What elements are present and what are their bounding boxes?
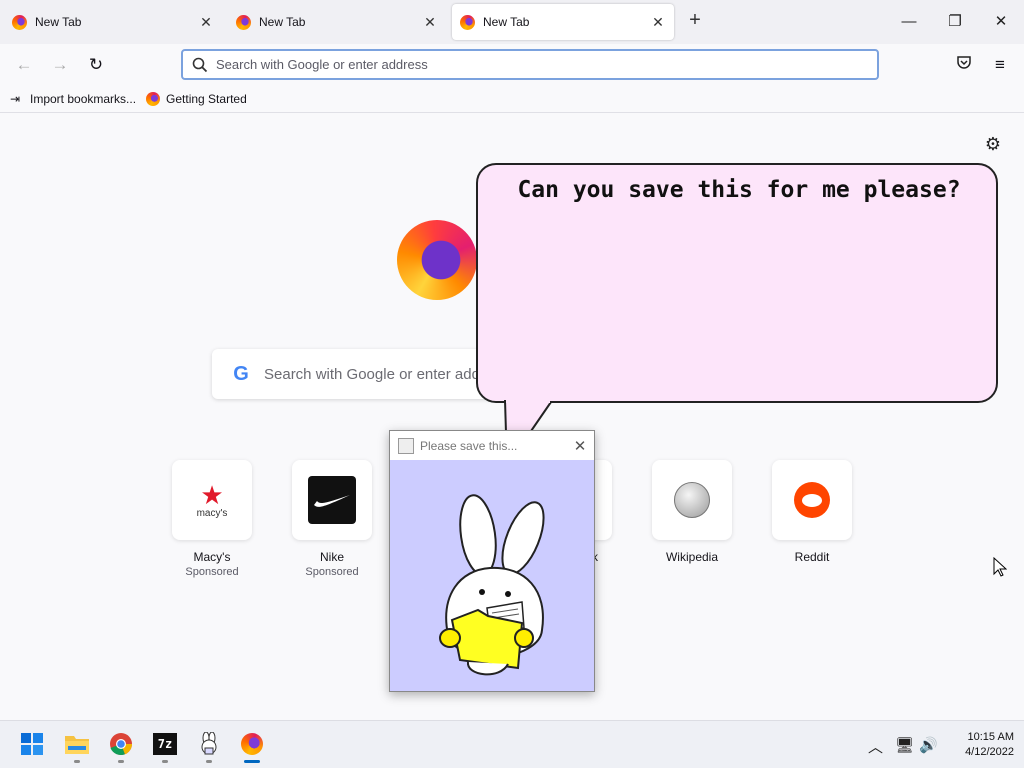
site-name: Macy's [193, 550, 231, 564]
tab-label: New Tab [259, 15, 306, 29]
7zip-logo-text: 7z [153, 733, 177, 755]
7zip-icon[interactable]: 7z [152, 731, 178, 757]
top-site-reddit[interactable]: Reddit [772, 460, 852, 564]
network-icon[interactable]: 🖥 [895, 736, 914, 754]
top-site-wikipedia[interactable]: Wikipedia [652, 460, 732, 564]
site-tile[interactable] [652, 460, 732, 540]
bookmark-import[interactable]: ⇥ Import bookmarks... [10, 92, 136, 106]
reload-icon[interactable]: ↻ [83, 52, 109, 78]
google-search-box[interactable]: G Search with Google or enter address [212, 349, 512, 399]
app-running-indicator [162, 760, 168, 763]
site-sponsored: Sponsored [185, 566, 239, 578]
site-tile[interactable] [772, 460, 852, 540]
tab-close-icon[interactable]: ✕ [422, 14, 438, 31]
popup-titlebar[interactable]: Please save this... ✕ [390, 431, 594, 460]
minimize-icon[interactable]: — [894, 8, 924, 36]
bookmark-label: Getting Started [166, 92, 247, 106]
taskbar: 7z ︿ 🖥 🔊 10:15 AM 4/12/2022 [0, 720, 1024, 768]
search-icon [192, 57, 208, 73]
site-tile[interactable]: ★ macy's [172, 460, 252, 540]
windows-start-icon[interactable] [19, 731, 45, 757]
firefox-logo [397, 220, 477, 300]
chrome-icon[interactable] [108, 731, 134, 757]
clock-date: 4/12/2022 [965, 746, 1014, 758]
google-g-icon: G [233, 362, 249, 385]
import-icon: ⇥ [10, 92, 21, 106]
site-name: Reddit [794, 550, 830, 564]
hamburger-menu-icon[interactable]: ≡ [987, 52, 1013, 78]
star-icon: ★ [200, 479, 224, 510]
system-clock[interactable]: 10:15 AM 4/12/2022 [940, 730, 1014, 760]
bookmark-label: Import bookmarks... [30, 92, 137, 106]
tab-label: New Tab [35, 15, 82, 29]
popup-title: Please save this... [420, 438, 518, 453]
bunny-app-icon[interactable] [196, 731, 222, 757]
navigation-toolbar: ← → ↻ ≡ [0, 44, 1024, 86]
speech-bubble-text: Can you save this for me please? [517, 177, 961, 203]
speech-bubble: Can you save this for me please? [476, 163, 998, 403]
wikipedia-globe-icon [674, 482, 710, 518]
reddit-icon [794, 482, 830, 518]
app-running-indicator [206, 760, 212, 763]
macys-logo-text: macy's [196, 507, 228, 519]
top-site-macys[interactable]: ★ macy's Macy's Sponsored [172, 460, 252, 578]
app-running-indicator [118, 760, 124, 763]
app-active-indicator [244, 760, 260, 763]
site-name: Nike [319, 550, 344, 564]
firefox-icon [236, 14, 251, 30]
tab-label: New Tab [483, 15, 530, 29]
top-site-nike[interactable]: Nike Sponsored [292, 460, 372, 578]
bookmark-getting-started[interactable]: Getting Started [146, 92, 247, 106]
tab-3-active[interactable]: New Tab ✕ [452, 4, 674, 40]
mouse-pointer-icon [993, 557, 1007, 577]
file-explorer-icon[interactable] [64, 731, 90, 757]
url-bar[interactable] [181, 49, 879, 80]
firefox-icon[interactable] [239, 731, 265, 757]
site-name: Wikipedia [665, 550, 719, 564]
tab-close-icon[interactable]: ✕ [650, 14, 666, 31]
tab-close-icon[interactable]: ✕ [198, 14, 214, 31]
forward-arrow-icon[interactable]: → [47, 52, 73, 78]
clock-time: 10:15 AM [967, 731, 1014, 743]
bunny-holding-folder-illustration [439, 494, 545, 676]
pocket-icon[interactable] [951, 52, 977, 78]
chevron-up-icon[interactable]: ︿ [868, 736, 883, 757]
save-request-popup-window[interactable]: Please save this... ✕ [389, 430, 595, 692]
macys-logo: ★ macy's [197, 482, 228, 519]
tab-2[interactable]: New Tab ✕ [228, 4, 446, 40]
bunny-app-icon [398, 437, 414, 454]
new-tab-plus-icon[interactable]: + [684, 10, 706, 32]
tab-1[interactable]: New Tab ✕ [4, 4, 222, 40]
volume-icon[interactable]: 🔊 [919, 736, 938, 754]
gear-icon[interactable]: ⚙ [983, 134, 1003, 154]
restore-icon[interactable]: ❐ [940, 8, 970, 36]
bookmarks-toolbar: ⇥ Import bookmarks... Getting Started [0, 86, 1024, 113]
firefox-icon [460, 14, 475, 30]
site-tile[interactable] [292, 460, 372, 540]
close-window-icon[interactable]: ✕ [986, 8, 1016, 36]
search-placeholder: Search with Google or enter address [264, 365, 509, 383]
nike-swoosh-icon [308, 476, 356, 524]
tab-strip: New Tab ✕ New Tab ✕ New Tab ✕ + — ❐ ✕ [0, 0, 1024, 44]
site-sponsored: Sponsored [305, 566, 359, 578]
firefox-icon [146, 92, 161, 106]
popup-close-icon[interactable]: ✕ [566, 437, 594, 455]
url-input[interactable] [216, 57, 877, 72]
firefox-icon [12, 14, 27, 30]
app-running-indicator [74, 760, 80, 763]
back-arrow-icon[interactable]: ← [11, 52, 37, 78]
